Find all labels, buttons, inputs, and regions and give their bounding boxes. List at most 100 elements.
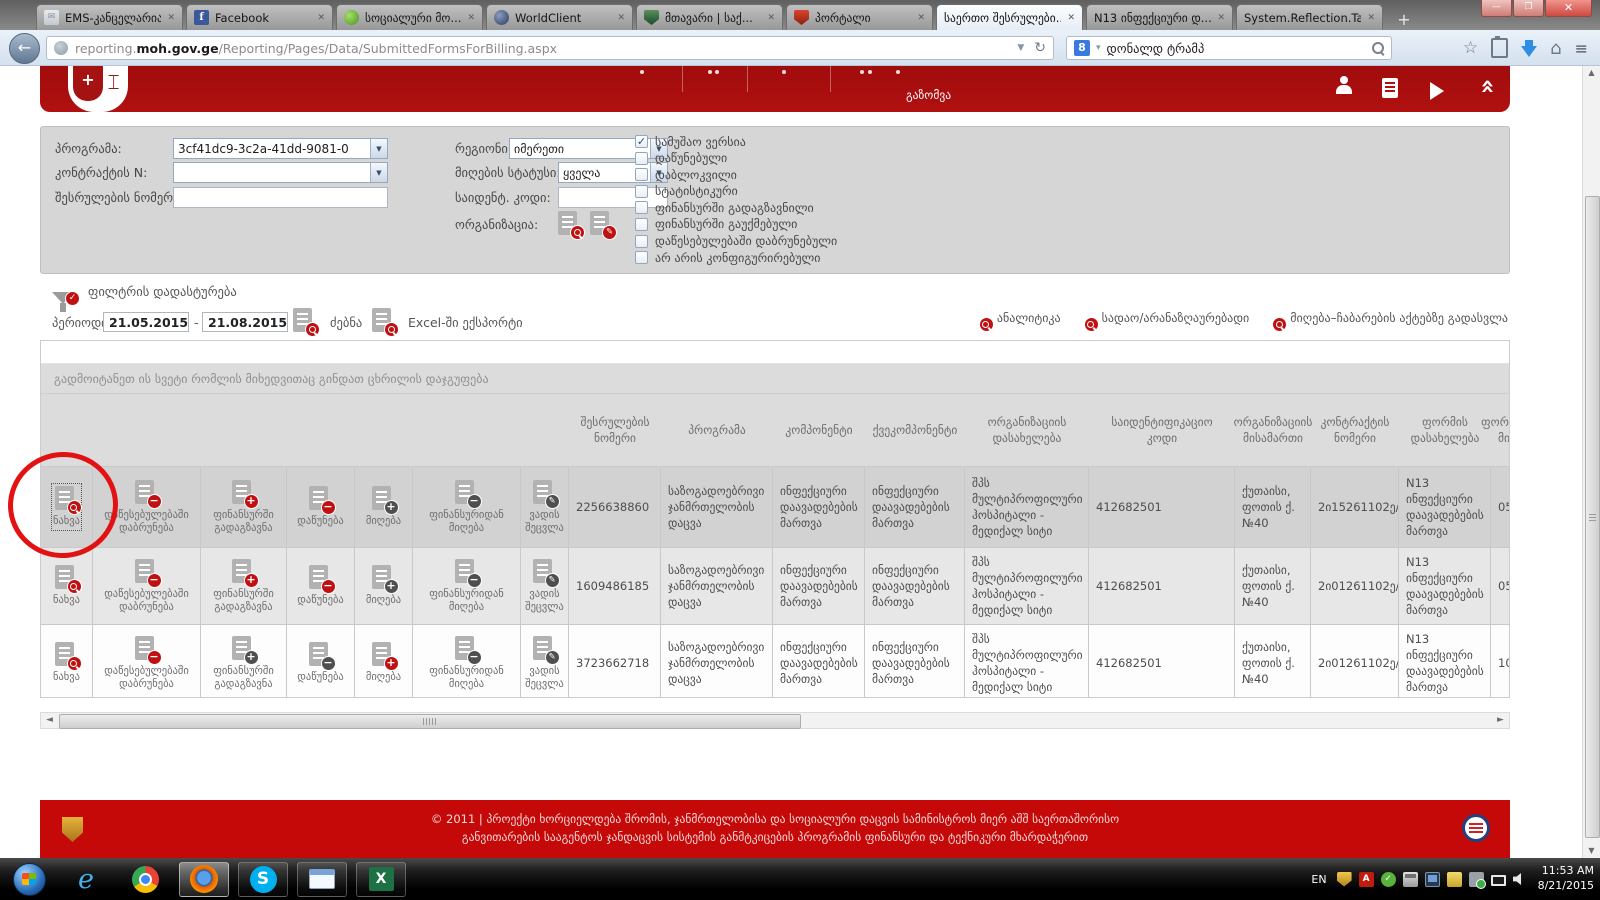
action-cell-send-to-financial[interactable]: +ფინანსურში გადაგზავნა bbox=[201, 625, 287, 698]
table-horizontal-scrollbar[interactable]: ◄ ► bbox=[40, 712, 1510, 729]
accept-button[interactable]: +მიღება bbox=[365, 563, 402, 609]
table-header-cell[interactable]: კომპონენტი bbox=[773, 394, 865, 466]
action-cell-send-to-financial[interactable]: +ფინანსურში გადაგზავნა bbox=[201, 548, 287, 624]
collapse-header-icon[interactable]: » bbox=[1472, 82, 1500, 95]
checkbox-icon[interactable] bbox=[635, 168, 648, 181]
receive-from-financial-button[interactable]: −ფინანსურიდან მიღება bbox=[415, 478, 518, 536]
accept-button[interactable]: +მიღება bbox=[365, 640, 402, 686]
action-cell-change-deadline[interactable]: ✎ვადის შეცვლა bbox=[521, 548, 569, 624]
table-header-cell-empty[interactable] bbox=[201, 394, 287, 466]
browser-tab[interactable]: პორტალი✕ bbox=[786, 4, 933, 30]
return-to-institution-button[interactable]: −დაწესებულებაში დაბრუნება bbox=[95, 557, 198, 615]
bookmark-star-icon[interactable]: ☆ bbox=[1463, 38, 1478, 58]
back-button[interactable]: ← bbox=[9, 33, 40, 64]
volume-tray-icon[interactable] bbox=[1513, 873, 1526, 886]
search-engine-dropdown-icon[interactable]: ▾ bbox=[1096, 43, 1101, 53]
table-header-cell[interactable]: ორგანიზაციის დასახელება bbox=[965, 394, 1089, 466]
reject-button[interactable]: −დაწუნება bbox=[296, 484, 344, 530]
address-bar[interactable]: reporting.moh.gov.ge/Reporting/Pages/Dat… bbox=[46, 36, 1054, 60]
hscroll-thumb[interactable] bbox=[59, 714, 801, 729]
report-icon[interactable] bbox=[1382, 78, 1398, 98]
taskbar-clock[interactable]: 11:53 AM8/21/2015 bbox=[1538, 864, 1594, 894]
checkbox-icon[interactable] bbox=[635, 152, 648, 165]
home-icon[interactable]: ⌂ bbox=[1550, 38, 1561, 59]
search-bar[interactable]: 8 ▾ დონალდ ტრამპ bbox=[1066, 36, 1392, 60]
checkbox-icon[interactable] bbox=[635, 235, 648, 248]
browser-tab[interactable]: ✉EMS-კანცელარია✕ bbox=[36, 4, 183, 30]
checkbox-icon[interactable] bbox=[635, 185, 648, 198]
action-cell-receive-from-financial[interactable]: −ფინანსურიდან მიღება bbox=[413, 548, 521, 624]
date-to-input[interactable]: 21.08.2015 bbox=[202, 312, 288, 332]
change-deadline-button[interactable]: ✎ვადის შეცვლა bbox=[523, 557, 566, 615]
browser-tab[interactable]: System.Reflection.Ta...✕ bbox=[1236, 4, 1383, 30]
action-cell-accept[interactable]: +მიღება bbox=[355, 467, 413, 547]
tab-close-icon[interactable]: ✕ bbox=[1217, 13, 1225, 23]
chrome-taskbar-button[interactable] bbox=[120, 862, 170, 897]
tab-close-icon[interactable]: ✕ bbox=[1067, 13, 1075, 23]
search-submit-button[interactable] bbox=[293, 308, 317, 334]
report-button[interactable]: სადაო/არანაზღაურებადი bbox=[1072, 306, 1250, 329]
reject-button[interactable]: −დაწუნება bbox=[296, 563, 344, 609]
status-checkbox-row[interactable]: ✓სამუშაო ვერსია bbox=[635, 135, 837, 148]
skype-taskbar-button[interactable]: S bbox=[238, 862, 288, 897]
action-cell-send-to-financial[interactable]: +ფინანსურში გადაგზავნა bbox=[201, 467, 287, 547]
checkbox-checked-icon[interactable]: ✓ bbox=[635, 135, 648, 148]
action-cell-reject[interactable]: −დაწუნება bbox=[287, 625, 355, 698]
table-header-cell-empty[interactable] bbox=[355, 394, 413, 466]
display-tray-icon[interactable] bbox=[1425, 872, 1440, 887]
status-checkbox-row[interactable]: სტატისტიკური bbox=[635, 185, 837, 198]
send-to-financial-button[interactable]: +ფინანსურში გადაგზავნა bbox=[203, 478, 284, 536]
contract-select[interactable]: ▼ bbox=[173, 162, 388, 183]
table-header-cell-empty[interactable] bbox=[287, 394, 355, 466]
new-tab-button[interactable]: + bbox=[1391, 10, 1417, 30]
view-button[interactable]: ნახვა bbox=[52, 563, 81, 609]
receive-from-financial-button[interactable]: −ფინანსურიდან მიღება bbox=[415, 634, 518, 692]
logout-arrow-icon[interactable] bbox=[1430, 80, 1444, 100]
reload-icon[interactable]: ↻ bbox=[1034, 40, 1046, 56]
status-checkbox-row[interactable]: ფინანსურში გადაგზავნილი bbox=[635, 201, 837, 214]
bookmarks-panel-icon[interactable] bbox=[1491, 38, 1508, 58]
autocomplete-dropdown-icon[interactable]: ▼ bbox=[1017, 43, 1024, 53]
accept-button[interactable]: +მიღება bbox=[365, 484, 402, 530]
browser-tab[interactable]: სოციალური მო...✕ bbox=[336, 4, 483, 30]
table-header-cell-empty[interactable] bbox=[521, 394, 569, 466]
tab-close-icon[interactable]: ✕ bbox=[617, 13, 625, 23]
table-header-cell[interactable]: ქვეკომპონენტი bbox=[865, 394, 965, 466]
start-button[interactable] bbox=[6, 862, 52, 897]
table-header-cell[interactable]: შესრულების ნომერი bbox=[569, 394, 661, 466]
internet-explorer-taskbar-button[interactable]: e bbox=[61, 862, 111, 897]
minimize-button[interactable]: — bbox=[1481, 0, 1512, 17]
menu-icon[interactable]: ≡ bbox=[1575, 39, 1588, 58]
downloads-icon[interactable] bbox=[1521, 46, 1537, 57]
status-checkbox-row[interactable]: დაწესებულებაში დაბრუნებული bbox=[635, 235, 837, 248]
organization-edit-button[interactable]: ✎ bbox=[590, 211, 614, 237]
action-cell-return-to-institution[interactable]: −დაწესებულებაში დაბრუნება bbox=[93, 548, 201, 624]
table-header-cell-empty[interactable] bbox=[413, 394, 521, 466]
organization-search-button[interactable] bbox=[558, 211, 582, 237]
program-select[interactable]: 3cf41dc9-3c2a-41dd-9081-0▼ bbox=[173, 138, 388, 159]
send-to-financial-button[interactable]: +ფინანსურში გადაგზავნა bbox=[203, 557, 284, 615]
usb-tray-icon[interactable] bbox=[1469, 872, 1484, 887]
status-checkbox-row[interactable]: დაბლოკვილი bbox=[635, 168, 837, 181]
action-cell-accept[interactable]: +მიღება bbox=[355, 548, 413, 624]
table-header-cell[interactable]: კონტრაქტის ნომერი bbox=[1311, 394, 1399, 466]
excel-export-label[interactable]: Excel-ში ექსპორტი bbox=[408, 315, 523, 330]
scroll-left-icon[interactable]: ◄ bbox=[42, 714, 57, 727]
tab-close-icon[interactable]: ✕ bbox=[767, 13, 775, 23]
tab-close-icon[interactable]: ✕ bbox=[467, 13, 475, 23]
pdf-tray-icon[interactable]: A bbox=[1359, 872, 1374, 887]
ok-tray-icon[interactable]: ✓ bbox=[1381, 872, 1396, 887]
browser-tab[interactable]: fFacebook✕ bbox=[186, 4, 333, 30]
view-button[interactable]: ნახვა bbox=[52, 640, 81, 686]
action-cell-accept[interactable]: +მიღება bbox=[355, 625, 413, 698]
action-cell-view[interactable]: ნახვა bbox=[41, 625, 93, 698]
excel-taskbar-button[interactable]: X bbox=[356, 862, 406, 897]
header-menu-label[interactable]: გაზომვა bbox=[906, 88, 951, 102]
tab-close-icon[interactable]: ✕ bbox=[167, 13, 175, 23]
action-cell-view[interactable]: ნახვა bbox=[41, 548, 93, 624]
codec-tray-icon[interactable] bbox=[1447, 872, 1462, 887]
close-button[interactable]: ✕ bbox=[1545, 0, 1592, 17]
receive-from-financial-button[interactable]: −ფინანსურიდან მიღება bbox=[415, 557, 518, 615]
status-checkbox-row[interactable]: ფინანსურში გაუქმებული bbox=[635, 218, 837, 231]
network-tray-icon[interactable] bbox=[1491, 875, 1506, 886]
